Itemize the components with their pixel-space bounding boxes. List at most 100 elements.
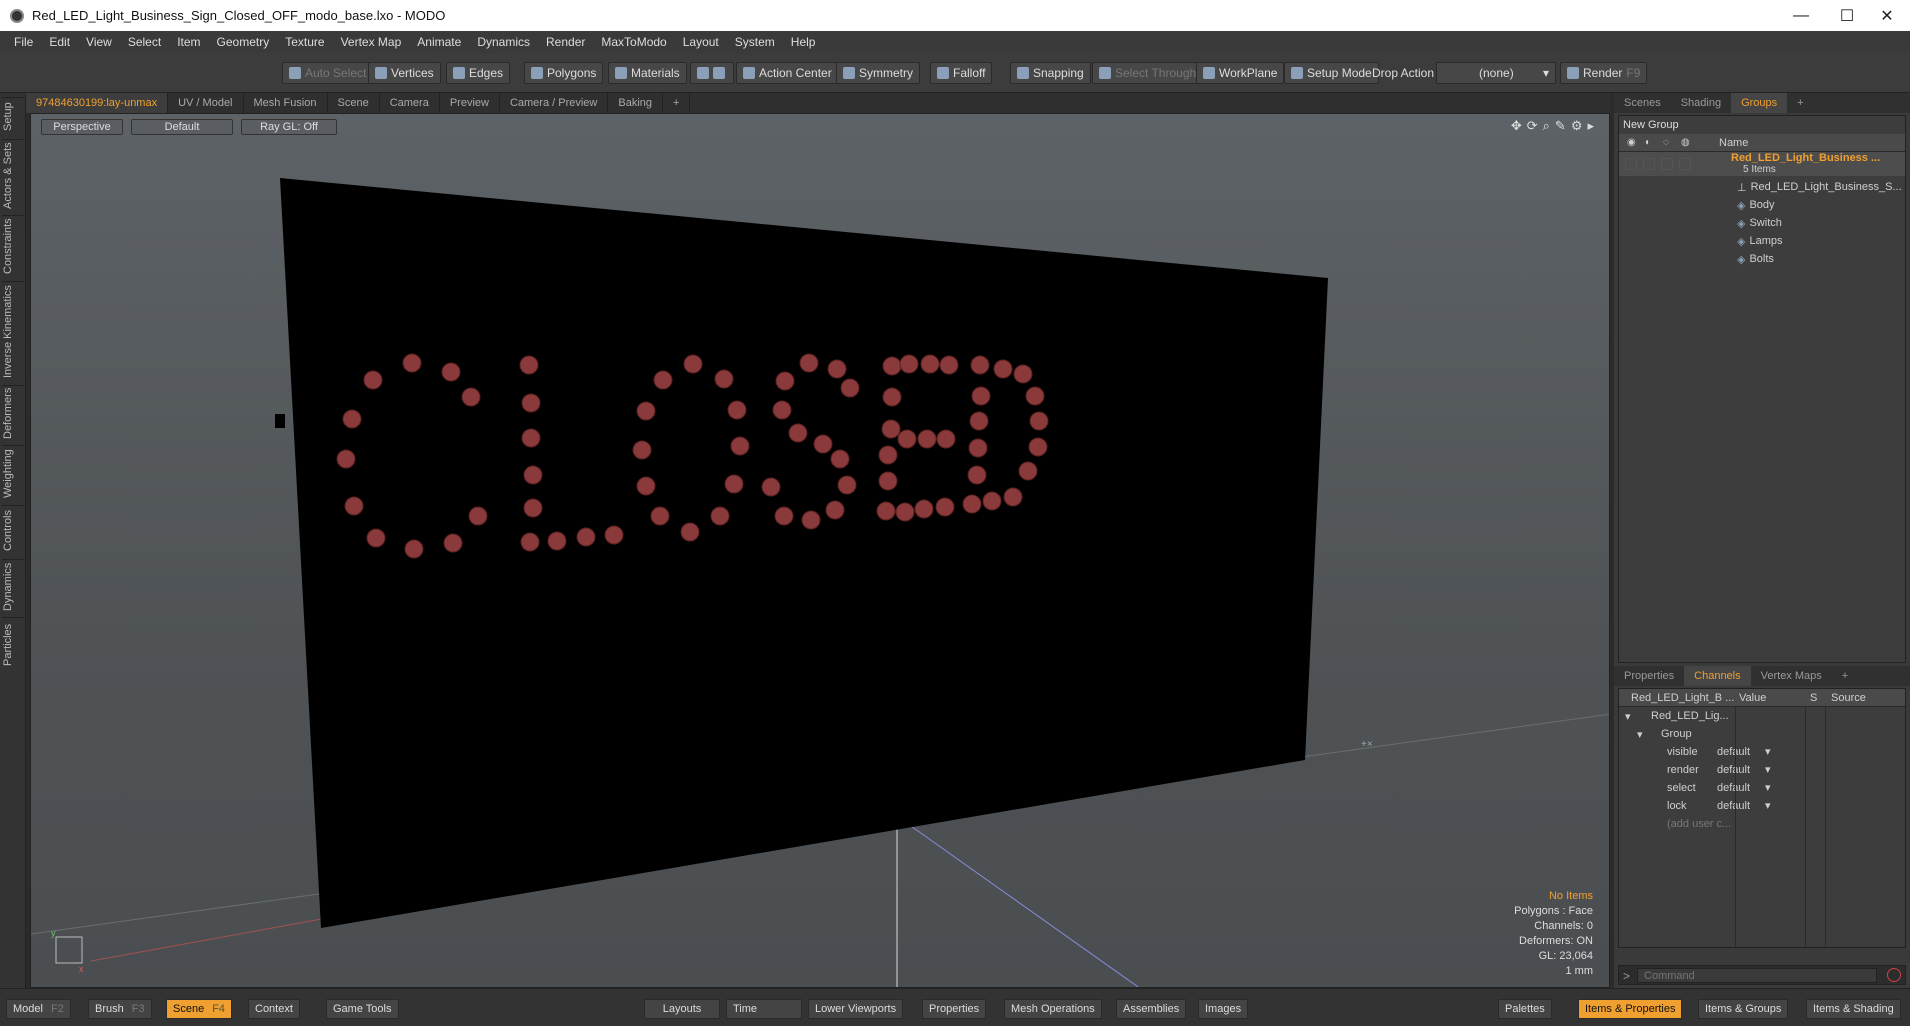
workplane-button[interactable]: WorkPlane [1196,62,1285,84]
select-toggle[interactable] [1679,158,1691,170]
channel-group-row[interactable]: ▾ Group [1619,725,1905,743]
tab-channels[interactable]: Channels [1684,666,1751,686]
tree-item-mesh[interactable]: ⊥ Red_LED_Light_Business_S... [1619,178,1905,196]
tab-properties[interactable]: Properties [1614,666,1684,686]
tab-deformers[interactable]: Deformers [2,385,24,441]
add-user-channel-row[interactable]: (add user c... [1619,815,1905,833]
tab-controls[interactable]: Controls [2,505,24,555]
menu-edit[interactable]: Edit [41,35,78,49]
properties-button[interactable]: Properties [922,999,987,1019]
record-icon[interactable] [1887,968,1901,982]
tab-scenes[interactable]: Scenes [1614,93,1671,113]
tab-mesh-fusion[interactable]: Mesh Fusion [244,93,328,113]
context-button[interactable]: Context [248,999,300,1019]
mesh-operations-button[interactable]: Mesh Operations [1004,999,1102,1019]
tab-uv-model[interactable]: UV / Model [168,93,244,113]
edges-button[interactable]: Edges [446,62,511,84]
tab-particles[interactable]: Particles [2,617,24,671]
render-button[interactable]: Render F9 [1560,62,1648,84]
chevron-down-icon[interactable]: ▾ [1765,763,1771,776]
menu-dynamics[interactable]: Dynamics [469,35,538,49]
menu-select[interactable]: Select [120,35,169,49]
channel-row-render[interactable]: render default ▾ [1619,761,1905,779]
component-toggle-button[interactable] [690,62,734,84]
channel-row-lock[interactable]: lock default ▾ [1619,797,1905,815]
menu-animate[interactable]: Animate [409,35,469,49]
menu-view[interactable]: View [78,35,120,49]
scene-layout-button[interactable]: Scene F4 [166,999,233,1019]
tab-camera-preview[interactable]: Camera / Preview [500,93,609,113]
sign-panel[interactable] [280,178,1328,928]
tab-preview[interactable]: Preview [440,93,500,113]
channel-value[interactable]: default [1717,764,1750,776]
channel-value[interactable]: default [1717,782,1750,794]
assemblies-button[interactable]: Assemblies [1116,999,1187,1019]
chevron-down-icon[interactable]: ▾ [1765,745,1771,758]
menu-maxtomodo[interactable]: MaxToModo [593,35,674,49]
minimize-button[interactable]: — [1778,0,1824,31]
tab-baking[interactable]: Baking [608,93,664,113]
tab-actors-sets[interactable]: Actors & Sets [2,139,24,211]
brush-layout-button[interactable]: Brush F3 [88,999,152,1019]
menu-vertex-map[interactable]: Vertex Map [333,35,410,49]
symmetry-button[interactable]: Symmetry [836,62,920,84]
menu-layout[interactable]: Layout [675,35,727,49]
render-toggle[interactable] [1643,158,1655,170]
drop-action-select[interactable]: (none) ▾ [1436,62,1556,84]
menu-texture[interactable]: Texture [277,35,332,49]
items-properties-button[interactable]: Items & Properties [1578,999,1683,1019]
items-shading-button[interactable]: Items & Shading [1806,999,1901,1019]
tab-weighting[interactable]: Weighting [2,445,24,501]
lower-viewports-button[interactable]: Lower Viewports [808,999,904,1019]
add-panel-tab-button[interactable]: + [1832,666,1858,686]
auto-select-button[interactable]: Auto Select [282,62,374,84]
channel-row-visible[interactable]: visible default ▾ [1619,743,1905,761]
game-tools-button[interactable]: Game Tools [326,999,399,1019]
tab-groups[interactable]: Groups [1731,93,1788,113]
snapping-button[interactable]: Snapping [1010,62,1091,84]
channel-value[interactable]: default [1717,800,1750,812]
add-panel-tab-button[interactable]: + [1787,93,1813,113]
menu-geometry[interactable]: Geometry [209,35,278,49]
visibility-toggle[interactable] [1625,158,1637,170]
menu-system[interactable]: System [727,35,783,49]
tree-item-switch[interactable]: ◈ Switch [1619,214,1905,232]
tab-constraints[interactable]: Constraints [2,215,24,277]
channel-row-select[interactable]: select default ▾ [1619,779,1905,797]
time-button[interactable]: Time [726,999,802,1019]
layouts-button[interactable]: Layouts [644,999,720,1019]
lock-toggle[interactable] [1661,158,1673,170]
tab-camera[interactable]: Camera [380,93,440,113]
add-tab-button[interactable]: + [663,93,691,113]
menu-file[interactable]: File [6,35,41,49]
polygons-button[interactable]: Polygons [524,62,604,84]
tab-setup[interactable]: Setup [2,97,24,135]
menu-item[interactable]: Item [169,35,208,49]
chevron-down-icon[interactable]: ▾ [1765,799,1771,812]
command-input[interactable] [1637,968,1877,983]
tab-shading[interactable]: Shading [1671,93,1731,113]
tab-vertex-maps[interactable]: Vertex Maps [1751,666,1832,686]
model-layout-button[interactable]: Model F2 [6,999,71,1019]
menu-render[interactable]: Render [538,35,593,49]
falloff-button[interactable]: Falloff [930,62,993,84]
tab-inverse-kinematics[interactable]: Inverse Kinematics [2,281,24,381]
action-center-button[interactable]: Action Center [736,62,839,84]
menu-help[interactable]: Help [783,35,824,49]
images-button[interactable]: Images [1198,999,1249,1019]
close-button[interactable]: ✕ [1864,0,1910,31]
tree-item-body[interactable]: ◈ Body [1619,196,1905,214]
select-through-button[interactable]: Select Through [1092,62,1204,84]
tab-dynamics[interactable]: Dynamics [2,559,24,613]
vertices-button[interactable]: Vertices [368,62,441,84]
tab-scene[interactable]: Scene [328,93,380,113]
channel-item-row[interactable]: ▾ Red_LED_Lig... [1619,707,1905,725]
channel-value[interactable]: default [1717,746,1750,758]
new-group-button[interactable]: New Group [1619,116,1905,134]
tab-lay-unmax[interactable]: 97484630199:lay-unmax [26,93,169,113]
tree-item-bolts[interactable]: ◈ Bolts [1619,250,1905,268]
items-groups-button[interactable]: Items & Groups [1698,999,1789,1019]
palettes-button[interactable]: Palettes [1498,999,1552,1019]
materials-button[interactable]: Materials [608,62,687,84]
tree-item-lamps[interactable]: ◈ Lamps [1619,232,1905,250]
